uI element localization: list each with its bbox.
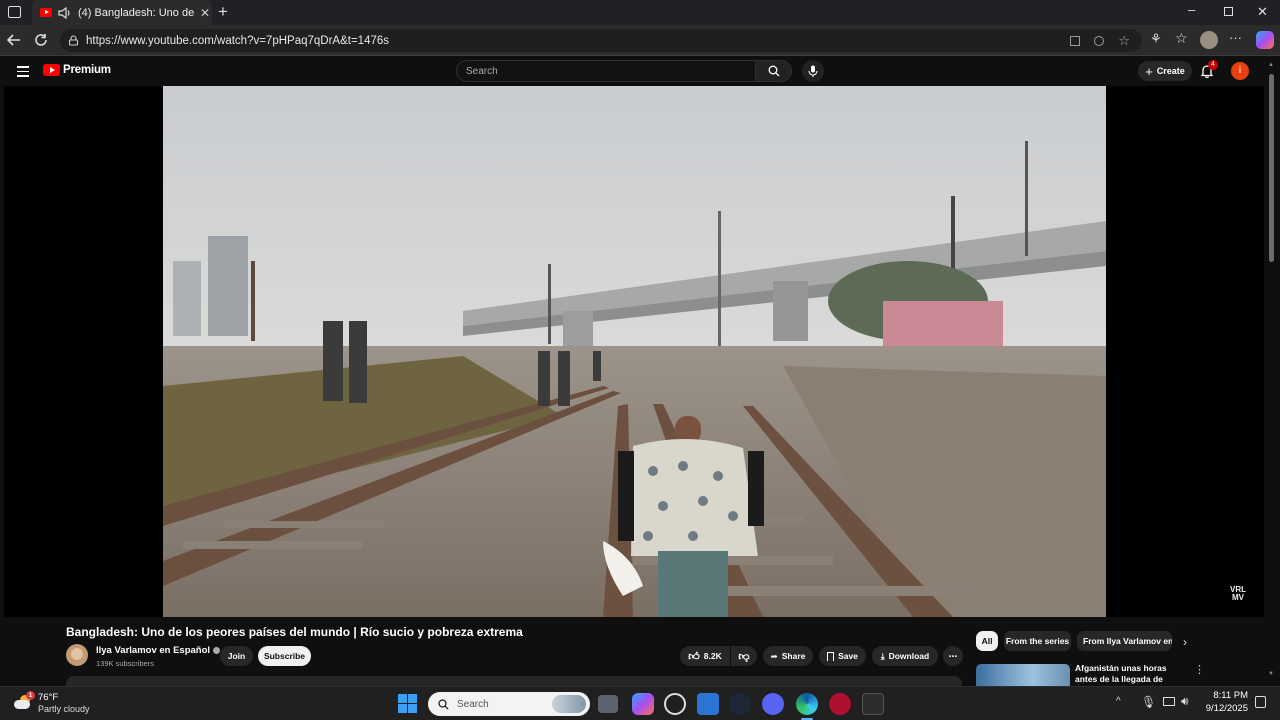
new-tab-button[interactable]: + xyxy=(218,2,228,22)
weather-temp: 76°F xyxy=(38,692,59,703)
discord-icon[interactable] xyxy=(762,693,784,715)
tab-close-icon[interactable]: ✕ xyxy=(200,6,210,20)
download-icon: ⤓ xyxy=(880,650,885,661)
download-button[interactable]: ⤓ Download xyxy=(872,646,938,666)
app-red-icon[interactable] xyxy=(829,693,851,715)
app-available-icon[interactable] xyxy=(1070,35,1081,46)
youtube-page: Premium Search + Create 4 i VRL MV Bangl… xyxy=(0,56,1280,686)
site-info-icon[interactable] xyxy=(68,35,79,46)
task-view-icon[interactable] xyxy=(598,695,618,713)
youtube-favicon-icon xyxy=(40,8,52,17)
display-icon[interactable] xyxy=(1163,697,1175,706)
recommended-menu-icon[interactable]: ⋮ xyxy=(1194,663,1205,676)
tab-youtube[interactable]: (4) Bangladesh: Uno de los p ✕ xyxy=(32,0,212,25)
tab-actions-icon[interactable] xyxy=(8,6,21,18)
more-dots-icon: ⋯ xyxy=(948,650,958,661)
verified-icon xyxy=(213,647,221,654)
copilot-icon[interactable] xyxy=(1256,31,1274,49)
copilot-taskbar-icon[interactable] xyxy=(632,693,654,715)
account-avatar[interactable]: i xyxy=(1231,62,1249,80)
restore-button[interactable] xyxy=(1224,7,1233,16)
more-actions-button[interactable]: ⋯ xyxy=(943,646,963,666)
clock[interactable]: 8:11 PM 9/12/2025 xyxy=(1200,690,1248,714)
recommended-thumbnail[interactable] xyxy=(976,664,1070,686)
video-player[interactable]: VRL MV xyxy=(4,86,1264,617)
microphone-icon xyxy=(808,65,818,77)
voice-search-button[interactable] xyxy=(802,60,824,82)
search-highlight-icon xyxy=(552,695,586,713)
chip-all[interactable]: All xyxy=(976,631,998,651)
search-input[interactable]: Search xyxy=(456,60,756,82)
clock-time: 8:11 PM xyxy=(1213,690,1248,701)
volume-icon[interactable]: 🔊︎ xyxy=(1181,694,1189,709)
subscribe-button[interactable]: Subscribe xyxy=(258,646,311,666)
page-scrollbar[interactable]: ▲ ▼ xyxy=(1267,62,1276,682)
url-text: https://www.youtube.com/watch?v=7pHPaq7q… xyxy=(86,34,390,47)
tab-title: (4) Bangladesh: Uno de los p xyxy=(78,6,196,19)
steam-icon[interactable] xyxy=(729,693,751,715)
minimize-button[interactable]: – xyxy=(1188,2,1195,17)
extensions-icon[interactable]: ⚘ xyxy=(1150,31,1162,47)
like-button[interactable]: 👍︎ 8.2K xyxy=(680,646,730,666)
hamburger-menu-icon[interactable] xyxy=(17,66,29,77)
youtube-play-icon xyxy=(43,64,60,76)
clock-date: 9/12/2025 xyxy=(1205,703,1248,714)
bookmark-icon xyxy=(827,651,835,661)
video-frame[interactable] xyxy=(163,86,1106,617)
youtube-logo[interactable]: Premium xyxy=(43,64,111,76)
save-button[interactable]: Save xyxy=(819,646,866,666)
windows-taskbar: 1 76°F Partly cloudy Search ^ 🎙︎ 🔊︎ 8:11… xyxy=(0,686,1280,720)
share-icon: ➦ xyxy=(770,650,778,661)
notification-badge: 4 xyxy=(1208,60,1218,70)
youtube-header: Premium Search + Create 4 i xyxy=(0,56,1280,86)
chips-next-icon[interactable]: › xyxy=(1183,635,1187,649)
dislike-button[interactable]: 👎︎ xyxy=(731,646,757,666)
refresh-icon[interactable] xyxy=(34,33,48,47)
weather-desc: Partly cloudy xyxy=(38,704,90,714)
favorites-icon[interactable]: ☆ xyxy=(1175,30,1188,47)
start-button[interactable] xyxy=(398,694,417,713)
close-window-button[interactable]: ✕ xyxy=(1257,4,1268,20)
notifications-button[interactable]: 4 xyxy=(1200,60,1218,78)
profile-avatar[interactable] xyxy=(1200,31,1218,49)
browser-tab-strip: (4) Bangladesh: Uno de los p ✕ + – ✕ xyxy=(0,0,1280,25)
weather-widget[interactable]: 1 76°F Partly cloudy xyxy=(12,691,122,717)
search-icon xyxy=(438,698,449,710)
recommended-title[interactable]: Afganistán unas horas antes de la llegad… xyxy=(1075,663,1190,686)
chip-from-channel[interactable]: From Ilya Varlamov en Es xyxy=(1077,631,1172,651)
chip-from-series[interactable]: From the series xyxy=(1004,631,1071,651)
thumbs-up-icon: 👍︎ xyxy=(688,650,700,663)
share-button[interactable]: ➦ Share xyxy=(763,646,813,666)
edge-icon[interactable] xyxy=(796,693,818,715)
channel-name[interactable]: Ilya Varlamov en Español xyxy=(96,645,221,656)
channel-watermark[interactable]: VRL MV xyxy=(1226,586,1250,602)
back-arrow-icon[interactable] xyxy=(7,33,21,47)
join-button[interactable]: Join xyxy=(220,646,253,666)
address-bar[interactable]: https://www.youtube.com/watch?v=7pHPaq7q… xyxy=(60,29,1142,52)
taskbar-search[interactable]: Search xyxy=(428,692,590,716)
favorite-star-icon[interactable]: ☆ xyxy=(1118,33,1130,49)
video-title: Bangladesh: Uno de los peores países del… xyxy=(66,625,523,639)
subscriber-count: 139K subscribers xyxy=(96,659,154,668)
search-icon xyxy=(768,65,779,77)
more-menu-icon[interactable]: ··· xyxy=(1229,30,1242,45)
thumbs-down-icon: 👎︎ xyxy=(738,650,750,663)
chatgpt-icon[interactable] xyxy=(664,693,686,715)
notification-center-icon[interactable] xyxy=(1255,696,1266,708)
search-button[interactable] xyxy=(756,60,792,82)
weather-alert-badge: 1 xyxy=(26,691,35,700)
description-panel[interactable] xyxy=(66,676,962,686)
channel-avatar[interactable] xyxy=(66,644,88,666)
plus-icon: + xyxy=(1145,63,1153,79)
show-hidden-icons[interactable]: ^ xyxy=(1116,696,1121,707)
terminal-icon[interactable] xyxy=(862,693,884,715)
browser-toolbar: https://www.youtube.com/watch?v=7pHPaq7q… xyxy=(0,25,1280,56)
zoom-icon[interactable] xyxy=(1094,35,1105,46)
create-button[interactable]: + Create xyxy=(1138,61,1192,81)
microsoft-store-icon[interactable] xyxy=(697,693,719,715)
speaker-icon[interactable] xyxy=(58,6,72,19)
video-frame-image xyxy=(163,86,1106,617)
logo-text: Premium xyxy=(63,64,111,76)
microphone-tray-icon[interactable]: 🎙︎ xyxy=(1141,695,1156,709)
